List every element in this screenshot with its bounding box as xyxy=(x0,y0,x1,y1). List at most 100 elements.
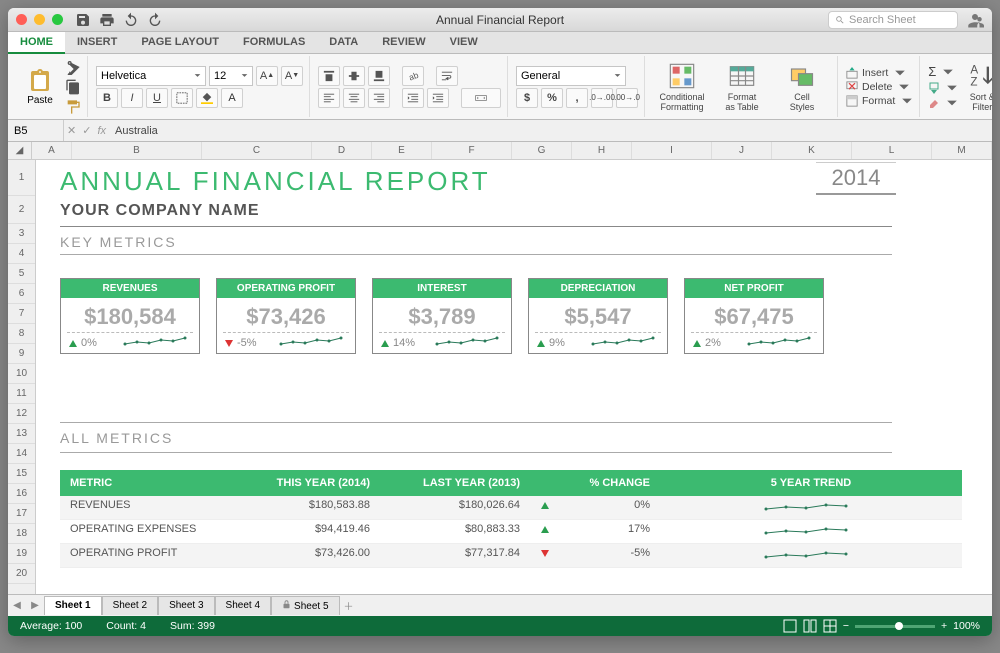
save-icon[interactable] xyxy=(75,12,91,28)
sheet-tab[interactable]: Sheet 1 xyxy=(44,596,102,615)
conditional-formatting-button[interactable]: Conditional Formatting xyxy=(653,56,711,117)
bold-button[interactable]: B xyxy=(96,88,118,108)
row-header[interactable]: 15 xyxy=(8,464,35,484)
zoom-window-button[interactable] xyxy=(52,14,63,25)
column-header[interactable]: B xyxy=(72,142,202,159)
sheet-tab[interactable]: Sheet 5 xyxy=(271,596,339,615)
zoom-plus[interactable]: + xyxy=(941,620,947,632)
decrease-indent-button[interactable] xyxy=(402,88,424,108)
search-sheet-input[interactable]: Search Sheet xyxy=(828,11,958,29)
row-header[interactable]: 19 xyxy=(8,544,35,564)
row-header[interactable]: 16 xyxy=(8,484,35,504)
tab-review[interactable]: REVIEW xyxy=(370,32,437,53)
cell-styles-button[interactable]: Cell Styles xyxy=(773,56,831,117)
comma-button[interactable]: , xyxy=(566,88,588,108)
row-header[interactable]: 18 xyxy=(8,524,35,544)
column-header[interactable]: A xyxy=(32,142,72,159)
next-sheet-button[interactable]: ▶ xyxy=(26,600,44,611)
name-box[interactable]: B5 xyxy=(8,120,64,141)
column-header[interactable]: J xyxy=(712,142,772,159)
cancel-formula-button[interactable]: ✕ xyxy=(64,124,79,137)
row-header[interactable]: 17 xyxy=(8,504,35,524)
zoom-minus[interactable]: − xyxy=(843,620,849,632)
row-header[interactable]: 8 xyxy=(8,324,35,344)
autosum-button[interactable]: Σ xyxy=(928,64,958,79)
currency-button[interactable]: $ xyxy=(516,88,538,108)
column-header[interactable]: E xyxy=(372,142,432,159)
column-header[interactable]: C xyxy=(202,142,312,159)
copy-icon[interactable] xyxy=(65,79,81,95)
formula-input[interactable]: Australia xyxy=(109,125,164,137)
print-icon[interactable] xyxy=(99,12,115,28)
border-button[interactable] xyxy=(171,88,193,108)
increase-decimal-button[interactable]: .0→.00 xyxy=(591,88,613,108)
decrease-font-button[interactable]: A▼ xyxy=(281,66,303,86)
zoom-slider[interactable] xyxy=(855,625,935,628)
row-header[interactable]: 14 xyxy=(8,444,35,464)
paste-button[interactable]: Paste xyxy=(18,67,62,106)
align-right-button[interactable] xyxy=(368,88,390,108)
sheet-tab[interactable]: Sheet 3 xyxy=(158,596,214,615)
format-cells-button[interactable]: Format xyxy=(846,95,913,107)
font-color-button[interactable]: A xyxy=(221,88,243,108)
tab-formulas[interactable]: FORMULAS xyxy=(231,32,317,53)
align-top-button[interactable] xyxy=(318,66,340,86)
redo-icon[interactable] xyxy=(147,12,163,28)
merge-button[interactable] xyxy=(461,88,501,108)
prev-sheet-button[interactable]: ◀ xyxy=(8,600,26,611)
align-bottom-button[interactable] xyxy=(368,66,390,86)
font-name-select[interactable]: Helvetica xyxy=(96,66,206,86)
fx-button[interactable]: fx xyxy=(94,125,109,137)
decrease-decimal-button[interactable]: .00→.0 xyxy=(616,88,638,108)
tab-page-layout[interactable]: PAGE LAYOUT xyxy=(129,32,231,53)
row-header[interactable]: 4 xyxy=(8,244,35,264)
column-header[interactable]: H xyxy=(572,142,632,159)
sheet-canvas[interactable]: ANNUAL FINANCIAL REPORT 2014 YOUR COMPAN… xyxy=(36,160,992,594)
column-header[interactable]: D xyxy=(312,142,372,159)
align-center-button[interactable] xyxy=(343,88,365,108)
row-header[interactable]: 5 xyxy=(8,264,35,284)
increase-indent-button[interactable] xyxy=(427,88,449,108)
select-all-corner[interactable]: ◢ xyxy=(8,142,32,159)
row-header[interactable]: 10 xyxy=(8,364,35,384)
tab-data[interactable]: DATA xyxy=(317,32,370,53)
italic-button[interactable]: I xyxy=(121,88,143,108)
row-header[interactable]: 6 xyxy=(8,284,35,304)
increase-font-button[interactable]: A▲ xyxy=(256,66,278,86)
row-header[interactable]: 7 xyxy=(8,304,35,324)
column-header[interactable]: F xyxy=(432,142,512,159)
wrap-text-button[interactable] xyxy=(436,66,458,86)
column-header[interactable]: M xyxy=(932,142,992,159)
row-header[interactable]: 9 xyxy=(8,344,35,364)
row-header[interactable]: 2 xyxy=(8,196,35,224)
font-size-select[interactable]: 12 xyxy=(209,66,253,86)
close-window-button[interactable] xyxy=(16,14,27,25)
underline-button[interactable]: U xyxy=(146,88,168,108)
insert-cells-button[interactable]: Insert xyxy=(846,67,913,79)
format-painter-icon[interactable] xyxy=(65,99,81,115)
column-header[interactable]: I xyxy=(632,142,712,159)
align-middle-button[interactable] xyxy=(343,66,365,86)
row-header[interactable]: 1 xyxy=(8,160,35,196)
page-layout-view-icon[interactable] xyxy=(803,619,817,633)
minimize-window-button[interactable] xyxy=(34,14,45,25)
sheet-tab[interactable]: Sheet 4 xyxy=(215,596,271,615)
page-break-view-icon[interactable] xyxy=(823,619,837,633)
tab-insert[interactable]: INSERT xyxy=(65,32,129,53)
column-header[interactable]: G xyxy=(512,142,572,159)
cut-icon[interactable] xyxy=(65,59,81,75)
fill-color-button[interactable] xyxy=(196,88,218,108)
share-icon[interactable] xyxy=(966,11,984,29)
clear-button[interactable] xyxy=(928,97,958,109)
sort-filter-button[interactable]: AZ Sort & Filter xyxy=(961,62,992,112)
column-header[interactable]: K xyxy=(772,142,852,159)
percent-button[interactable]: % xyxy=(541,88,563,108)
format-as-table-button[interactable]: Format as Table xyxy=(713,56,771,117)
normal-view-icon[interactable] xyxy=(783,619,797,633)
delete-cells-button[interactable]: Delete xyxy=(846,81,913,93)
row-header[interactable]: 11 xyxy=(8,384,35,404)
number-format-select[interactable]: General xyxy=(516,66,626,86)
undo-icon[interactable] xyxy=(123,12,139,28)
row-header[interactable]: 13 xyxy=(8,424,35,444)
tab-home[interactable]: HOME xyxy=(8,32,65,54)
